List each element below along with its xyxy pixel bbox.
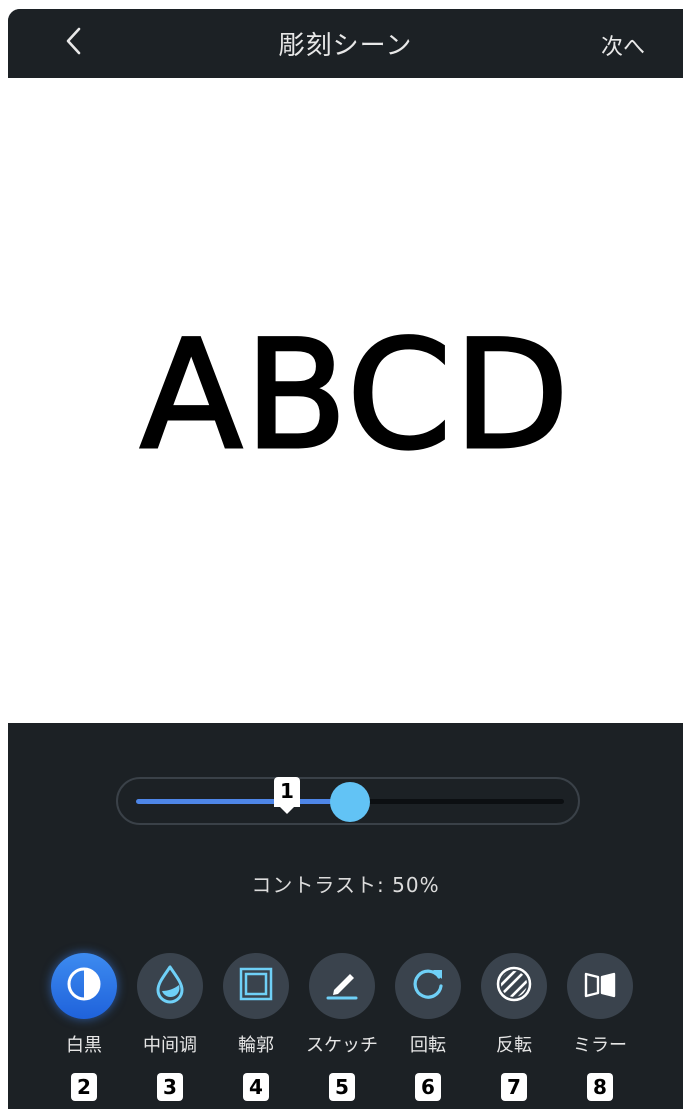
slider-fill xyxy=(136,799,350,804)
marker-badge-5: 5 xyxy=(329,1073,355,1101)
slider-rail xyxy=(136,782,564,822)
marker-badge-3: 3 xyxy=(157,1073,183,1101)
frame-icon xyxy=(238,966,274,1006)
tool-outline[interactable]: 輪郭 xyxy=(213,953,299,1057)
tool-label: 輪郭 xyxy=(238,1035,274,1056)
tool-label: 中间调 xyxy=(143,1035,197,1056)
tool-circle xyxy=(567,953,633,1019)
tool-label: 反転 xyxy=(496,1035,532,1056)
marker-badge-7: 7 xyxy=(501,1073,527,1101)
tool-mirror[interactable]: ミラー xyxy=(557,953,643,1057)
tool-circle xyxy=(395,953,461,1019)
tool-circle xyxy=(137,953,203,1019)
droplet-icon xyxy=(152,964,188,1008)
striped-circle-icon xyxy=(494,964,534,1008)
half-circle-icon xyxy=(65,965,103,1007)
tool-label: ミラー xyxy=(573,1035,627,1056)
tool-sketch[interactable]: スケッチ xyxy=(299,953,385,1057)
marker-badge-2: 2 xyxy=(71,1073,97,1101)
slider-thumb[interactable] xyxy=(330,782,370,822)
marker-badge-6: 6 xyxy=(415,1073,441,1101)
engraving-preview-canvas: ABCD xyxy=(8,78,683,723)
header-bar: 彫刻シーン 次へ xyxy=(8,9,683,78)
tool-rotate[interactable]: 回転 xyxy=(385,953,471,1057)
app-frame: 彫刻シーン 次へ ABCD 1 コントラスト: 50% 白黒 中间调 輪郭 スケ… xyxy=(8,9,683,1109)
marker-badge-1: 1 xyxy=(274,777,300,814)
tool-black-white[interactable]: 白黒 xyxy=(41,953,127,1057)
mirror-icon xyxy=(582,968,618,1004)
marker-badge-4: 4 xyxy=(243,1073,269,1101)
tool-circle xyxy=(51,953,117,1019)
preview-text: ABCD xyxy=(138,307,572,484)
next-button[interactable]: 次へ xyxy=(601,29,645,61)
page-title: 彫刻シーン xyxy=(278,31,413,61)
tool-label: 回転 xyxy=(410,1035,446,1056)
rotate-icon xyxy=(409,965,447,1007)
tool-midtone[interactable]: 中间调 xyxy=(127,953,213,1057)
tool-circle xyxy=(481,953,547,1019)
contrast-value-label: コントラスト: 50% xyxy=(251,873,440,897)
tool-circle xyxy=(309,953,375,1019)
tool-circle xyxy=(223,953,289,1019)
tool-label: スケッチ xyxy=(306,1035,378,1056)
tool-label: 白黒 xyxy=(66,1035,102,1056)
marker-badge-8: 8 xyxy=(587,1073,613,1101)
contrast-slider[interactable] xyxy=(116,777,580,825)
tool-invert[interactable]: 反転 xyxy=(471,953,557,1057)
pencil-icon xyxy=(323,965,361,1007)
